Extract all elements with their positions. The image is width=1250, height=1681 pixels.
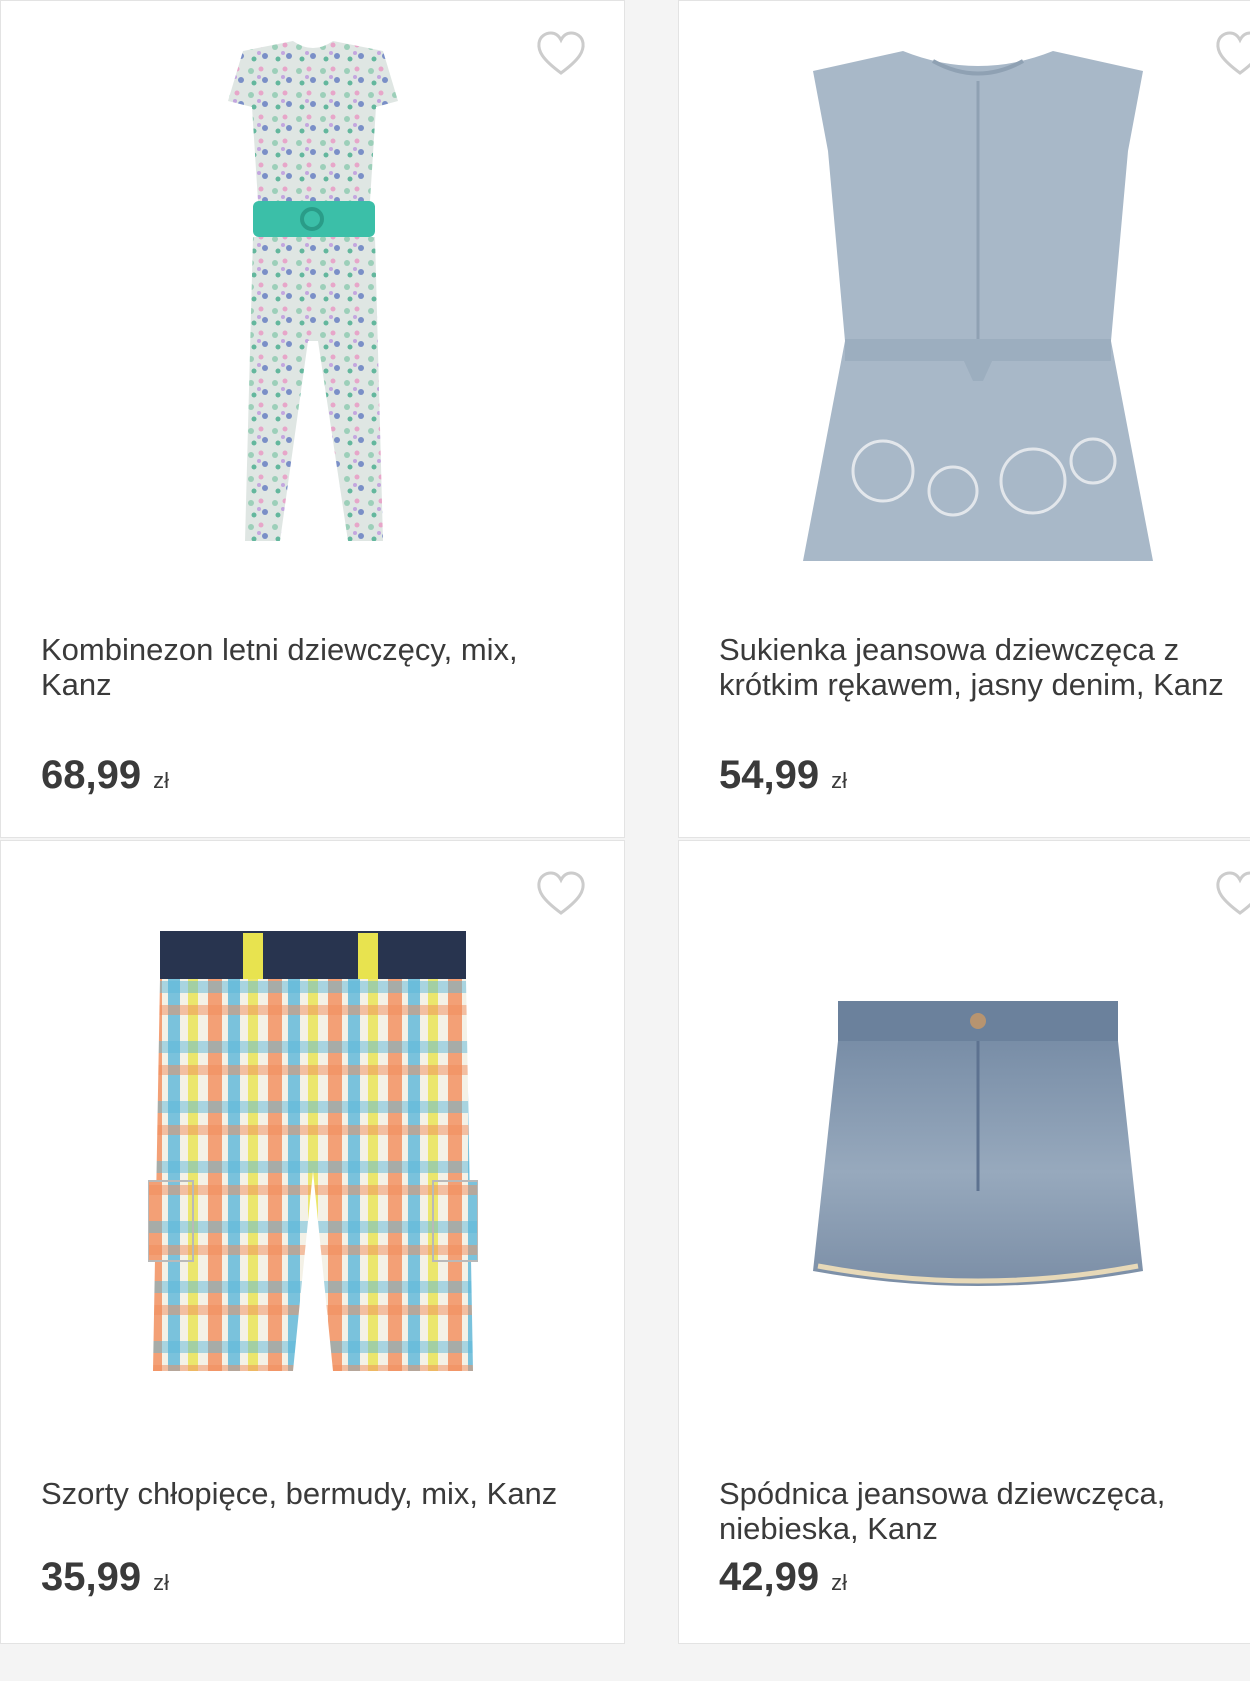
product-card[interactable]: Szorty chłopięce, bermudy, mix, Kanz 35,… bbox=[0, 840, 625, 1644]
product-price: 54,99 zł bbox=[719, 753, 847, 798]
product-image-floral-jumpsuit[interactable] bbox=[1, 31, 624, 591]
price-value: 68,99 bbox=[41, 753, 142, 797]
product-title[interactable]: Szorty chłopięce, bermudy, mix, Kanz bbox=[41, 1476, 581, 1511]
currency-label: zł bbox=[153, 1570, 169, 1595]
denim-skirt-image bbox=[813, 1001, 1143, 1286]
denim-dress-image bbox=[803, 51, 1153, 561]
product-card[interactable]: Kombinezon letni dziewczęcy, mix, Kanz 6… bbox=[0, 0, 625, 838]
product-image-denim-skirt[interactable] bbox=[679, 871, 1250, 1431]
price-value: 54,99 bbox=[719, 753, 820, 797]
currency-label: zł bbox=[831, 768, 847, 793]
product-title[interactable]: Sukienka jeansowa dziewczęca z krótkim r… bbox=[719, 632, 1250, 702]
plaid-shorts-image bbox=[147, 931, 478, 1371]
currency-label: zł bbox=[153, 768, 169, 793]
product-image-denim-dress[interactable] bbox=[679, 31, 1250, 591]
product-card[interactable]: Spódnica jeansowa dziewczęca, niebieska,… bbox=[678, 840, 1250, 1644]
product-price: 35,99 zł bbox=[41, 1555, 169, 1600]
product-card[interactable]: Sukienka jeansowa dziewczęca z krótkim r… bbox=[678, 0, 1250, 838]
currency-label: zł bbox=[831, 1570, 847, 1595]
floral-jumpsuit-image bbox=[227, 41, 398, 541]
product-image-plaid-shorts[interactable] bbox=[1, 871, 624, 1431]
product-price: 68,99 zł bbox=[41, 753, 169, 798]
product-price: 42,99 zł bbox=[719, 1555, 847, 1600]
price-value: 35,99 bbox=[41, 1555, 142, 1599]
product-title[interactable]: Kombinezon letni dziewczęcy, mix, Kanz bbox=[41, 632, 581, 702]
price-value: 42,99 bbox=[719, 1555, 820, 1599]
product-title[interactable]: Spódnica jeansowa dziewczęca, niebieska,… bbox=[719, 1476, 1250, 1546]
